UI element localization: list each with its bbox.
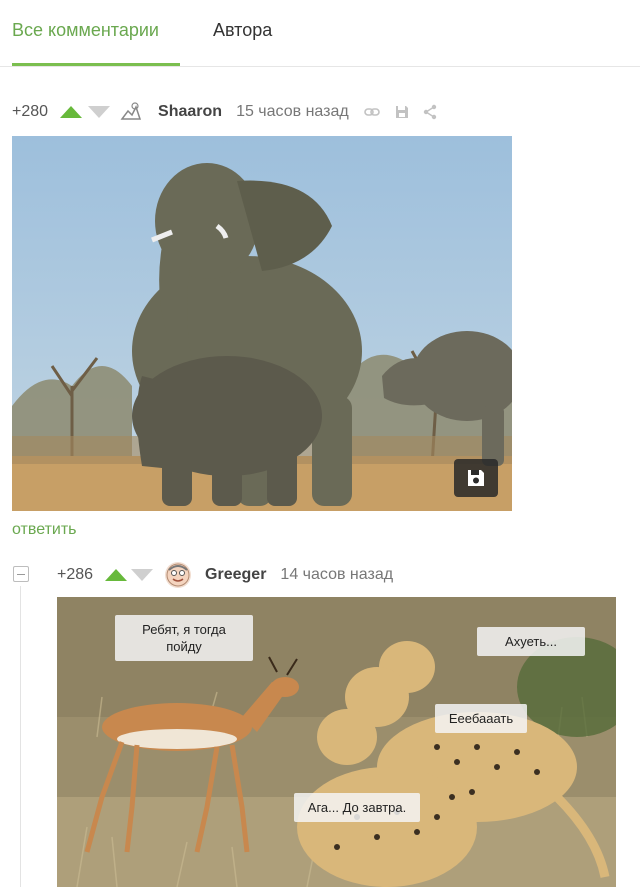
caption-bubble: Ахуеть... (477, 627, 585, 656)
floppy-icon (468, 470, 484, 486)
comment-time[interactable]: 14 часов назад (280, 566, 393, 584)
share-icon[interactable] (421, 103, 439, 121)
save-icon[interactable] (393, 103, 411, 121)
caption-bubble: Ребят, я тогда пойду (115, 615, 253, 661)
comment-header: +286 Greeger 14 часов назад (57, 562, 557, 588)
tab-all-comments[interactable]: Все комментарии (12, 20, 159, 41)
avatar[interactable] (118, 99, 144, 125)
comment-author[interactable]: Greeger (205, 566, 266, 584)
avatar-face-icon (166, 563, 190, 587)
save-image-button[interactable] (454, 459, 498, 497)
avatar[interactable] (165, 562, 192, 588)
comment-author[interactable]: Shaaron (158, 103, 222, 121)
thread-line (20, 586, 21, 887)
link-icon[interactable] (363, 103, 381, 121)
downvote-icon[interactable] (88, 106, 111, 118)
caption-bubble: Ага... До завтра. (294, 793, 420, 822)
comments-tabs: Все комментарии Автора (0, 0, 640, 67)
comment-time[interactable]: 15 часов назад (236, 103, 349, 121)
upvote-icon[interactable] (105, 569, 128, 581)
avatar-icon (120, 102, 142, 120)
comment-image-cheetahs[interactable]: Ребят, я тогда пойду Ахуеть... Еeебааать… (57, 597, 616, 887)
elephant-rhino-picture (12, 136, 512, 511)
comment-image-elephant[interactable] (12, 136, 512, 511)
tab-author[interactable]: Автора (213, 20, 272, 41)
reply-link[interactable]: ответить (12, 521, 77, 539)
comment-header: +280 Shaaron 15 часов назад (12, 101, 512, 123)
collapse-thread-button[interactable] (13, 566, 29, 582)
downvote-icon[interactable] (131, 569, 154, 581)
active-tab-indicator (12, 63, 180, 66)
comment-rating: +280 (12, 103, 49, 120)
caption-bubble: Еeебааать (435, 704, 527, 733)
upvote-icon[interactable] (60, 106, 83, 118)
comment-rating: +286 (57, 566, 94, 583)
